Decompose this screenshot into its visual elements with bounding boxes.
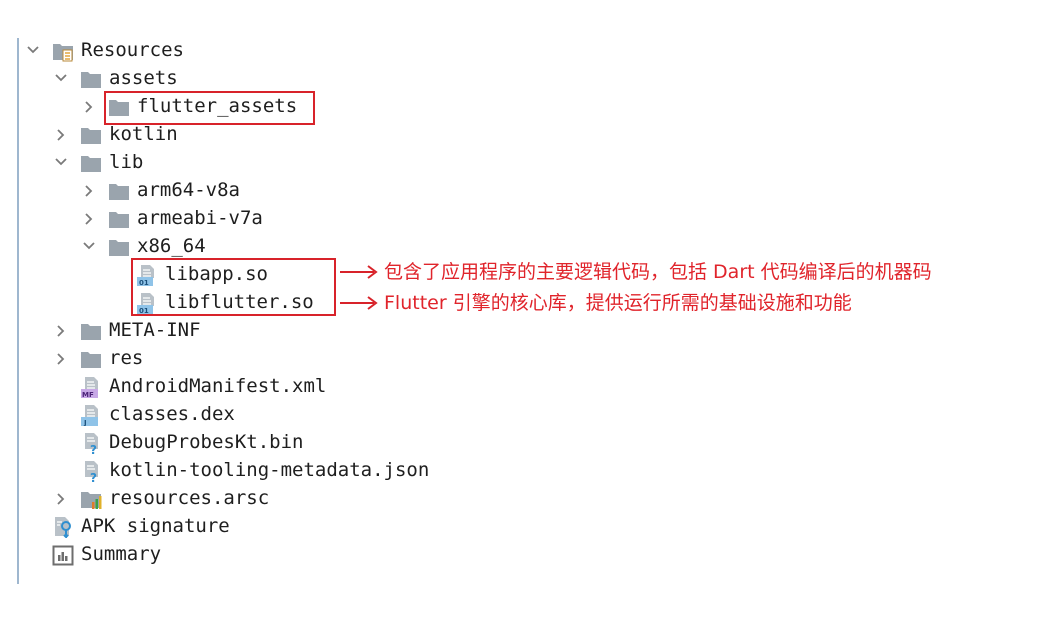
chevron-down-icon[interactable] bbox=[54, 155, 68, 169]
dex-file-icon: J bbox=[80, 404, 102, 426]
chevron-right-icon[interactable] bbox=[82, 184, 96, 198]
tree-item-meta-inf[interactable]: META-INF bbox=[109, 316, 201, 344]
tree-item-kotlin-tooling-metadata[interactable]: kotlin-tooling-metadata.json bbox=[109, 456, 429, 484]
resources-folder-icon bbox=[52, 40, 74, 62]
dex-badge: J bbox=[83, 419, 87, 426]
manifest-file-icon: MF bbox=[80, 376, 102, 398]
tree-item-classes-dex[interactable]: classes.dex bbox=[109, 400, 235, 428]
chevron-right-icon[interactable] bbox=[54, 128, 68, 142]
chevron-down-icon[interactable] bbox=[54, 71, 68, 85]
folder-icon bbox=[80, 320, 102, 342]
folder-icon bbox=[108, 180, 130, 202]
tree-item-debugprobes-bin[interactable]: DebugProbesKt.bin bbox=[109, 428, 303, 456]
resource-table-icon bbox=[80, 488, 102, 510]
tree-item-android-manifest[interactable]: AndroidManifest.xml bbox=[109, 372, 326, 400]
tree-item-arm64-v8a[interactable]: arm64-v8a bbox=[137, 176, 240, 204]
chevron-right-icon[interactable] bbox=[82, 100, 96, 114]
unknown-file-icon: ? bbox=[80, 460, 102, 482]
tree-item-summary[interactable]: Summary bbox=[81, 540, 161, 568]
arrow-icon bbox=[340, 265, 378, 279]
tree-item-apk-signature[interactable]: APK signature bbox=[81, 512, 230, 540]
unknown-file-icon: ? bbox=[80, 432, 102, 454]
summary-icon bbox=[52, 544, 74, 566]
tree-item-lib[interactable]: lib bbox=[109, 148, 143, 176]
tree-item-assets[interactable]: assets bbox=[109, 64, 178, 92]
chevron-down-icon[interactable] bbox=[26, 43, 40, 57]
chevron-down-icon[interactable] bbox=[82, 239, 96, 253]
tree-guide-line bbox=[17, 38, 19, 584]
folder-icon bbox=[80, 124, 102, 146]
manifest-badge: MF bbox=[82, 391, 94, 398]
folder-icon bbox=[108, 208, 130, 230]
svg-text:?: ? bbox=[90, 471, 97, 482]
tree-item-kotlin[interactable]: kotlin bbox=[109, 120, 178, 148]
folder-icon bbox=[80, 152, 102, 174]
tree-item-resources[interactable]: Resources bbox=[81, 36, 184, 64]
folder-icon bbox=[80, 68, 102, 90]
tree-item-x86-64[interactable]: x86_64 bbox=[137, 232, 206, 260]
highlight-box-so-files bbox=[131, 258, 336, 316]
chevron-right-icon[interactable] bbox=[54, 492, 68, 506]
tree-item-resources-arsc[interactable]: resources.arsc bbox=[109, 484, 269, 512]
folder-icon bbox=[108, 236, 130, 258]
chevron-right-icon[interactable] bbox=[54, 352, 68, 366]
annotation-libapp: 包含了应用程序的主要逻辑代码，包括 Dart 代码编译后的机器码 bbox=[384, 261, 932, 283]
folder-icon bbox=[80, 348, 102, 370]
tree-item-armeabi-v7a[interactable]: armeabi-v7a bbox=[137, 204, 263, 232]
svg-text:?: ? bbox=[90, 443, 97, 454]
tree-item-res[interactable]: res bbox=[109, 344, 143, 372]
annotation-libflutter: Flutter 引擎的核心库，提供运行所需的基础设施和功能 bbox=[384, 292, 852, 314]
chevron-right-icon[interactable] bbox=[82, 212, 96, 226]
certificate-icon bbox=[52, 516, 74, 538]
arrow-icon bbox=[340, 296, 378, 310]
chevron-right-icon[interactable] bbox=[54, 324, 68, 338]
